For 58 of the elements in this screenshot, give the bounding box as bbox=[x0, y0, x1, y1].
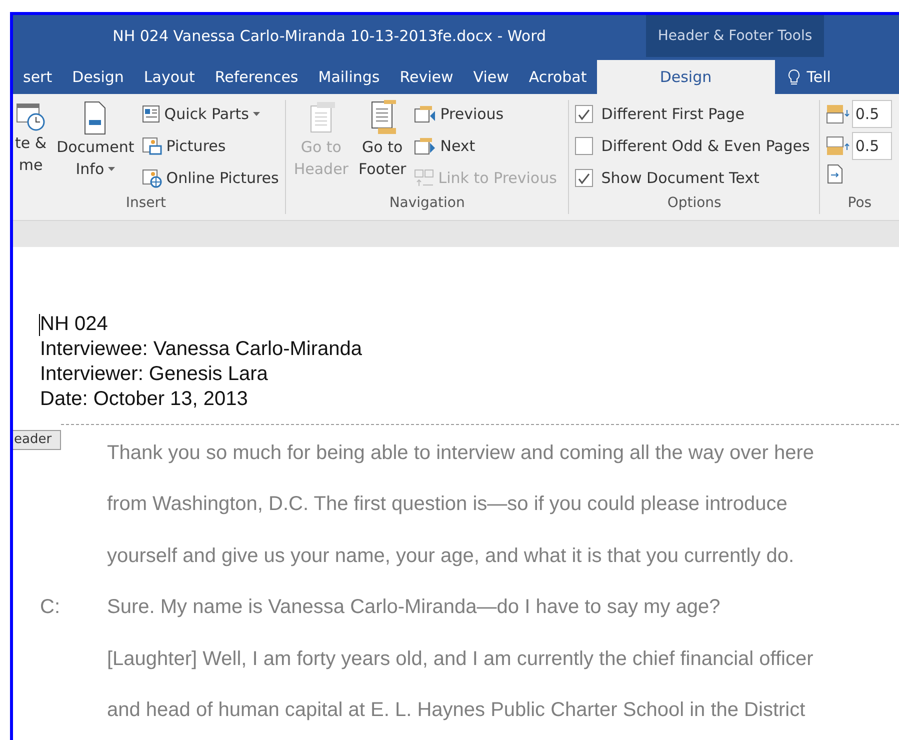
position-field[interactable]: 0.5 bbox=[852, 132, 892, 160]
check-icon bbox=[577, 108, 592, 120]
header-text-line: NH 024 bbox=[40, 312, 109, 337]
ribbon-button[interactable]: te & me bbox=[13, 100, 49, 193]
ribbon-tab[interactable]: Design bbox=[596, 60, 775, 94]
check-icon bbox=[577, 172, 592, 184]
group-label: Navigation bbox=[388, 194, 466, 213]
ribbon-button[interactable]: Pictures bbox=[142, 132, 279, 160]
quick-parts-icon bbox=[142, 105, 160, 123]
caret-icon bbox=[108, 167, 116, 171]
body-text-line: [Laughter] Well, I am forty years old, and I am currently the chief financial officer bbox=[107, 646, 814, 672]
checkbox-label: Show Document Text bbox=[601, 168, 760, 189]
insert-tab-icon bbox=[826, 164, 844, 184]
header-text-line: Date: October 13, 2013 bbox=[40, 387, 249, 412]
position-field[interactable]: 0.5 bbox=[852, 100, 892, 128]
checkbox[interactable] bbox=[575, 105, 594, 123]
header-text-line: Interviewee: Vanessa Carlo-Miranda bbox=[40, 337, 362, 362]
globe-picture-icon bbox=[142, 168, 162, 188]
footer-position-icon bbox=[826, 136, 850, 156]
ribbon-tab[interactable]: Acrobat bbox=[518, 60, 597, 94]
ribbon-tab[interactable]: View bbox=[463, 60, 519, 94]
header-text-line: Interviewer: Genesis Lara bbox=[40, 362, 269, 387]
next-icon bbox=[414, 137, 436, 155]
speaker-label: C: bbox=[40, 595, 61, 620]
body-text-line: Thank you so much for being able to interview and coming all the way over here bbox=[107, 440, 814, 466]
ribbon-button[interactable]: Quick Parts bbox=[142, 100, 279, 128]
window-title: NH 024 Vanessa Carlo-Miranda 10-13-2013fe.docx - Word bbox=[112, 26, 546, 48]
ribbon-button[interactable]: Online Pictures bbox=[142, 164, 279, 192]
ribbon-tab[interactable]: sert bbox=[13, 60, 62, 94]
previous-icon bbox=[414, 105, 436, 123]
header-position-icon bbox=[826, 104, 850, 124]
ribbon-button[interactable]: Next bbox=[414, 132, 557, 160]
ribbon-tab[interactable]: Review bbox=[390, 60, 464, 94]
ribbon-tab[interactable]: Design bbox=[62, 60, 134, 94]
pictures-icon bbox=[142, 137, 162, 155]
link-icon bbox=[414, 169, 434, 187]
ribbon-tab[interactable]: References bbox=[204, 60, 308, 94]
checkbox-label: Different First Page bbox=[601, 104, 744, 125]
ribbon-button[interactable]: Document Info bbox=[54, 100, 136, 193]
lightbulb-icon bbox=[786, 68, 801, 86]
ribbon-tab[interactable]: Layout bbox=[134, 60, 205, 94]
body-text-line: from Washington, D.C. The first question is—so if you could please introduce bbox=[107, 492, 788, 518]
body-text-line: and head of human capital at E. L. Haynes Public Charter School in the District bbox=[107, 698, 806, 724]
body-text-line: Sure. My name is Vanessa Carlo-Miranda—do I have to say my age? bbox=[107, 595, 720, 620]
body-text-line: yourself and give us your name, your age, and what it is that you currently do. bbox=[107, 544, 794, 569]
tell-me-text[interactable]: Tell bbox=[806, 66, 831, 88]
ribbon-button[interactable]: Previous bbox=[414, 100, 557, 128]
contextual-tab-title: Header & Footer Tools bbox=[658, 27, 812, 46]
group-label: Options bbox=[666, 194, 722, 213]
checkbox[interactable] bbox=[575, 137, 594, 155]
checkbox[interactable] bbox=[575, 169, 594, 187]
header-tag: eader bbox=[13, 430, 61, 450]
caret-icon bbox=[252, 112, 260, 116]
ribbon-tab[interactable]: Mailings bbox=[308, 60, 390, 94]
group-label: Insert bbox=[124, 194, 167, 213]
checkbox-label: Different Odd & Even Pages bbox=[601, 136, 810, 157]
ribbon-button[interactable]: Go to Footer bbox=[356, 100, 408, 193]
group-label: Pos bbox=[846, 194, 873, 213]
